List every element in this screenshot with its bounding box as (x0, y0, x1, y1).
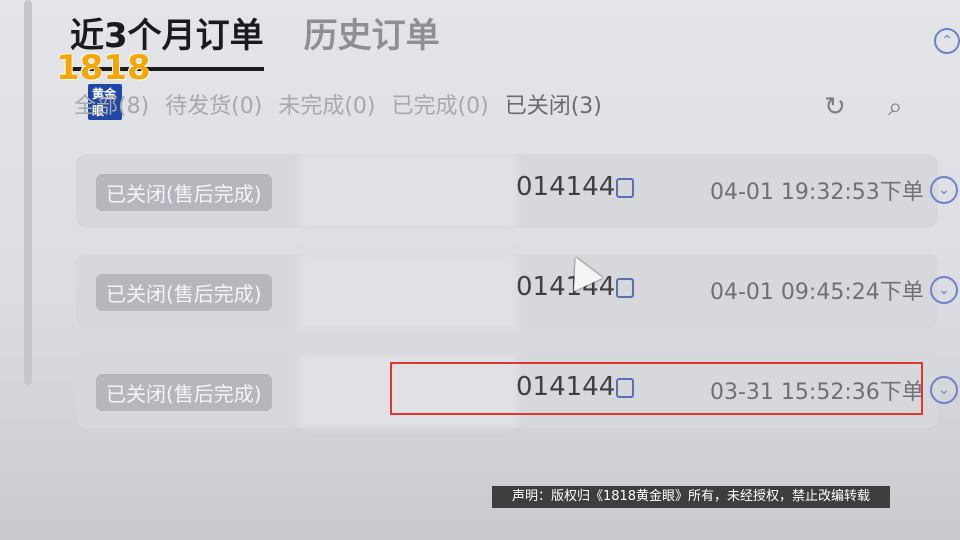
filter-all[interactable]: 全部(8) (74, 88, 149, 120)
order-filters: 全部(8) 待发货(0) 未完成(0) 已完成(0) 已关闭(3) (74, 88, 602, 120)
status-badge: 已关闭(售后完成) (96, 374, 272, 411)
filter-pending-shipment[interactable]: 待发货(0) (165, 88, 262, 120)
chevron-down-icon[interactable]: ⌄ (930, 376, 958, 404)
status-badge: 已关闭(售后完成) (96, 174, 272, 211)
copy-icon[interactable] (616, 174, 640, 198)
chevron-up-icon[interactable]: ⌃ (934, 28, 960, 54)
order-row[interactable]: 已关闭(售后完成) 014144 04-01 19:32:53下单 ⌄ (76, 154, 958, 228)
chevron-down-icon[interactable]: ⌄ (930, 176, 958, 204)
tab-history-orders[interactable]: 历史订单 (304, 8, 440, 71)
search-icon[interactable]: ⌕ (888, 92, 903, 123)
blurred-order-number (298, 254, 518, 328)
refresh-icon[interactable]: ↻ (824, 92, 846, 122)
order-number: 014144 (516, 172, 616, 202)
filter-incomplete[interactable]: 未完成(0) (278, 88, 375, 120)
order-time: 04-01 09:45:24下单 (710, 280, 924, 305)
order-time: 04-01 19:32:53下单 (710, 180, 924, 205)
order-row[interactable]: 已关闭(售后完成) 014144 04-01 09:45:24下单 ⌄ (76, 254, 958, 328)
blurred-order-number (298, 154, 518, 228)
copyright-notice: 声明：版权归《1818黄金眼》所有，未经授权，禁止改编转载 (492, 486, 890, 508)
logo-number: 1818 (56, 48, 151, 88)
left-scrollbar[interactable] (24, 0, 32, 385)
filter-closed[interactable]: 已关闭(3) (505, 88, 602, 120)
filter-completed[interactable]: 已完成(0) (392, 88, 489, 120)
highlight-box (390, 362, 923, 415)
copy-icon[interactable] (616, 274, 640, 298)
chevron-down-icon[interactable]: ⌄ (930, 276, 958, 304)
status-badge: 已关闭(售后完成) (96, 274, 272, 311)
